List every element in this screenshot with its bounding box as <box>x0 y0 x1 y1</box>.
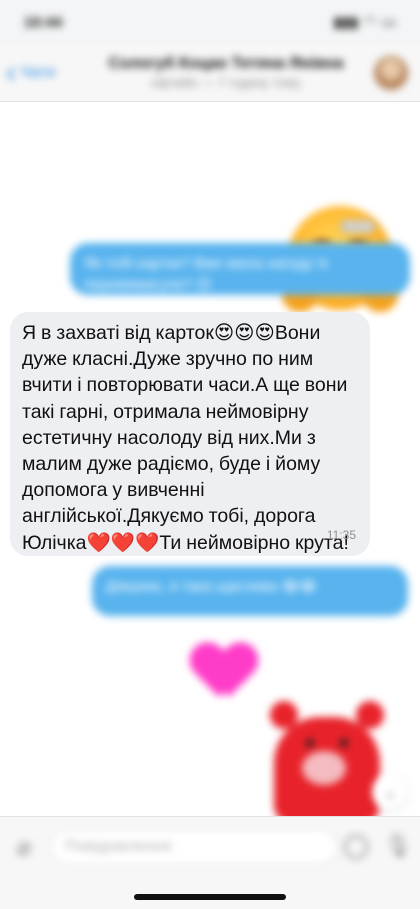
status-bar: 10:44 ▮▮▮ ◠ ▭ <box>0 0 420 44</box>
message-text: Я в захваті від карток😍😍😍Вони дуже класн… <box>22 322 349 554</box>
sticker-time: 11:33 <box>340 220 377 233</box>
back-button[interactable]: ‹ Чати <box>0 55 78 89</box>
input-bar: ⌀ Повідомлення 🎙 <box>0 816 420 909</box>
microphone-icon[interactable]: 🎙 <box>384 833 412 861</box>
chat-title[interactable]: Сологуб Коцан Тетяна Янівна офлайн — 7 г… <box>78 55 374 90</box>
chat-header: ‹ Чати Сологуб Коцан Тетяна Янівна офлай… <box>0 44 420 102</box>
outgoing-message[interactable]: Як тобі картки? Вже мала нагоду їх перев… <box>70 243 410 295</box>
sticker-icon[interactable] <box>344 835 368 859</box>
bear-eye <box>340 739 348 747</box>
wifi-icon: ◠ <box>364 14 376 31</box>
scroll-down-button[interactable]: ⌄ <box>372 774 408 810</box>
back-label: Чати <box>20 63 56 81</box>
bear-eye <box>306 739 314 747</box>
message-time: 11:35 <box>326 527 356 542</box>
status-time: 10:44 <box>24 13 63 31</box>
message-input[interactable]: Повідомлення <box>50 829 338 865</box>
bear-snout <box>302 751 346 785</box>
outgoing-message[interactable]: Дякуюю, я така щаслива 😂😂 <box>92 566 408 616</box>
home-indicator <box>134 894 286 900</box>
chat-status: офлайн — 7 годину тому <box>150 75 302 90</box>
avatar[interactable] <box>374 55 408 90</box>
status-icons: ▮▮▮ ◠ ▭ <box>334 13 397 31</box>
heart-sticker <box>193 645 255 697</box>
chevron-down-icon: ⌄ <box>382 781 398 802</box>
paperclip-icon[interactable]: ⌀ <box>10 833 38 861</box>
incoming-message[interactable]: Я в захваті від карток😍😍😍Вони дуже класн… <box>10 312 370 556</box>
chat-name: Сологуб Коцан Тетяна Янівна <box>108 55 344 72</box>
chat-area[interactable]: 11:33 Як тобі картки? Вже мала нагоду їх… <box>0 102 420 825</box>
chevron-left-icon: ‹ <box>6 55 16 89</box>
signal-icon: ▮▮▮ <box>333 14 359 31</box>
bear-sticker <box>266 695 388 825</box>
input-placeholder: Повідомлення <box>65 838 172 855</box>
battery-icon: ▭ <box>381 14 396 31</box>
